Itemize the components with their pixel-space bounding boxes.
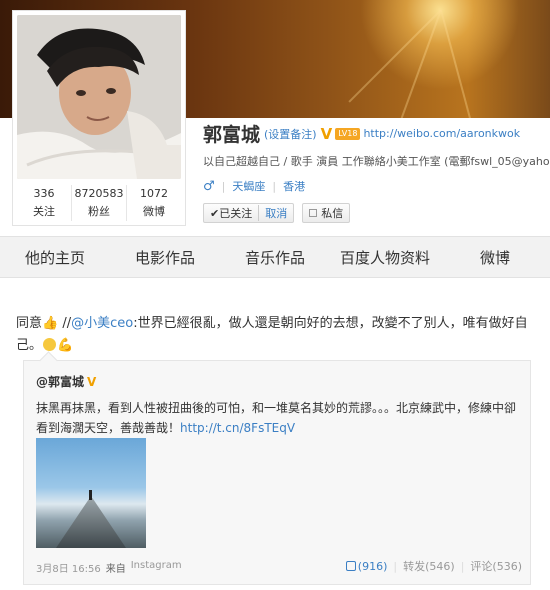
tab-baidu-profile[interactable]: 百度人物资料 [330,237,440,277]
repost-author[interactable]: @郭富城 V [36,373,96,390]
stat-label: 粉丝 [88,205,110,218]
profile-actions: ✔已关注 取消 私信 [203,203,351,223]
followed-label: ✔已关注 [210,207,253,220]
verified-icon: V [87,375,97,389]
message-button[interactable]: 私信 [302,203,351,223]
repost-author-name[interactable]: @郭富城 [36,375,84,389]
stat-following[interactable]: 336 关注 [17,185,72,221]
profile-header: 郭富城 (设置备注) V LV18 http://weibo.com/aaron… [203,120,520,147]
divider: | [393,559,398,573]
mention-link[interactable]: @小美ceo [71,316,133,331]
unfollow-link[interactable]: 取消 [258,205,287,221]
comment-count[interactable]: 评论(536) [470,558,522,574]
divider: | [221,179,226,193]
stat-value: 336 [33,187,55,200]
source-link[interactable]: Instagram [131,560,182,575]
stat-value: 8720583 [74,187,124,200]
repost-link[interactable]: http://t.cn/8FsTEqV [180,421,295,435]
repost-actions: (916) | 转发(546) | 评论(536) [345,558,522,574]
profile-url-link[interactable]: http://weibo.com/aaronkwok [363,127,520,140]
smile-icon [43,338,57,351]
person-figure [89,490,92,500]
tab-films[interactable]: 电影作品 [110,237,220,277]
mention-separator: // [58,316,72,331]
stats-row: 336 关注 8720583 粉丝 1072 微博 [17,185,181,221]
thumbs-up-icon: 👍 [42,316,59,331]
post-text: 同意👍 //@小美ceo:世界已經很亂，做人還是朝向好的去想，改變不了別人，唯有… [16,313,536,357]
profile-bio: 以自己超越自己 / 歌手 演員 工作聯絡小美工作室 (電郵fswl_05@yah… [203,155,550,168]
followed-button[interactable]: ✔已关注 取消 [203,203,295,223]
message-label: 私信 [321,207,344,220]
repost-card: @郭富城 V 抹黑再抹黑，看到人性被扭曲後的可怕，和一堆莫名其妙的荒謬。。。北京練… [23,360,531,585]
repost-date[interactable]: 3月8日 16:56 [36,560,101,575]
stat-label: 关注 [33,205,55,218]
post-prefix: 同意 [16,316,43,331]
like-count[interactable]: (916) [358,560,388,573]
tag-location[interactable]: 香港 [283,178,305,194]
repost-meta: 3月8日 16:56 来自 Instagram [36,560,182,575]
level-badge[interactable]: LV18 [335,127,361,140]
profile-tags: ♂ | 天蝎座 | 香港 [203,178,305,194]
male-icon: ♂ [203,178,215,194]
avatar-portrait [17,15,181,179]
set-remark-link[interactable]: (设置备注) [264,126,317,142]
avatar[interactable] [17,15,181,179]
divider: | [272,179,277,193]
stat-fans[interactable]: 8720583 粉丝 [72,185,127,221]
profile-nav: 他的主页 电影作品 音乐作品 百度人物资料 微博 [0,236,550,278]
source-prefix: 来自 [105,564,126,575]
avatar-card: 336 关注 8720583 粉丝 1072 微博 [12,10,186,226]
stat-value: 1072 [140,187,168,200]
stat-posts[interactable]: 1072 微博 [127,185,181,221]
repost-count[interactable]: 转发(546) [403,558,455,574]
divider: | [460,559,465,573]
repost-image[interactable] [36,438,146,548]
profile-name: 郭富城 [203,124,261,146]
like-icon[interactable] [345,561,356,571]
stat-label: 微博 [143,205,165,218]
repost-text: 抹黑再抹黑，看到人性被扭曲後的可怕，和一堆莫名其妙的荒謬。。。北京練武中，修練中… [36,398,524,438]
message-icon [309,209,318,217]
tag-zodiac[interactable]: 天蝎座 [232,178,265,194]
verified-icon: V [320,124,333,143]
road-shape [56,498,126,548]
tab-music[interactable]: 音乐作品 [220,237,330,277]
tab-weibo[interactable]: 微博 [440,237,550,277]
strong-arm-icon: 💪 [57,338,74,353]
tab-home[interactable]: 他的主页 [0,237,110,277]
